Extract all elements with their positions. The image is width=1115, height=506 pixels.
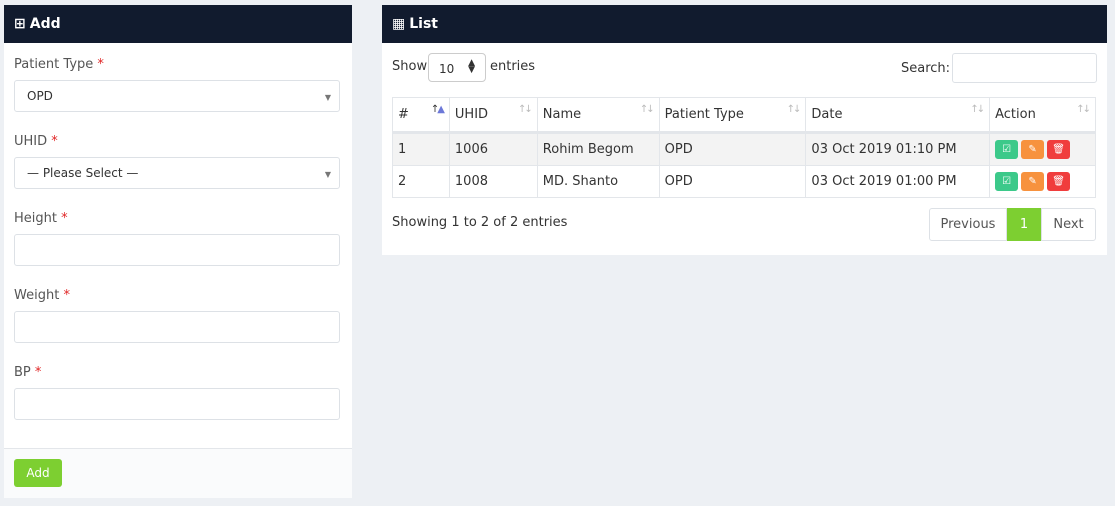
edit-button[interactable]: ✎ <box>1021 140 1045 159</box>
uhid-select[interactable]: — Please Select — ▼ <box>14 157 340 189</box>
height-input[interactable] <box>14 234 340 266</box>
column-header[interactable]: UHID ↑↓ <box>448 97 538 134</box>
next-button[interactable]: Next <box>1041 208 1096 241</box>
cell-date: 03 Oct 2019 01:00 PM <box>805 165 991 198</box>
sort-icon: ↑↓ <box>970 104 985 115</box>
add-panel-header: ⊞ Add <box>4 5 352 43</box>
table-info: Showing 1 to 2 of 2 entries <box>392 215 568 230</box>
column-header[interactable]: Date ↑↓ <box>805 97 991 134</box>
cell-no: 1 <box>392 132 450 166</box>
column-header[interactable]: Patient Type ↑↓ <box>658 97 807 134</box>
patient-type-select[interactable]: OPD ▼ <box>14 80 340 112</box>
weight-input[interactable] <box>14 311 340 343</box>
column-header[interactable]: Action ↑↓ <box>989 97 1096 134</box>
table-icon: ▦ <box>392 16 406 32</box>
field-label: Height * <box>14 211 68 226</box>
previous-button[interactable]: Previous <box>929 208 1007 241</box>
cell-date: 03 Oct 2019 01:10 PM <box>805 132 991 166</box>
sort-icon: ↑▲ <box>430 104 445 115</box>
cell-type: OPD <box>658 165 807 198</box>
bp-input[interactable] <box>14 388 340 420</box>
delete-button[interactable]: 🗑 <box>1047 172 1071 191</box>
column-header[interactable]: # ↑▲ <box>392 97 450 134</box>
table-row: 2 1008 MD. Shanto OPD 03 Oct 2019 01:00 PM ☑ ✎… <box>392 165 1096 198</box>
cell-name: MD. Shanto <box>536 165 660 198</box>
column-header[interactable]: Name ↑↓ <box>536 97 660 134</box>
cell-type: OPD <box>658 132 807 166</box>
field-label: Weight * <box>14 288 70 303</box>
view-button[interactable]: ☑ <box>995 140 1019 159</box>
plus-square-icon: ⊞ <box>14 16 26 32</box>
cell-action: ☑ ✎ 🗑 <box>989 132 1096 166</box>
cell-uhid: 1006 <box>448 132 538 166</box>
caret-down-icon: ▼ <box>324 93 331 102</box>
sort-icon: ↑↓ <box>518 104 533 115</box>
search-input[interactable] <box>952 53 1097 83</box>
field-label: BP * <box>14 365 42 380</box>
caret-down-icon: ▼ <box>324 170 331 179</box>
sort-icon: ↑↓ <box>786 104 802 115</box>
search-label: Search: <box>901 61 951 76</box>
entries-select[interactable]: 10 ▲ ▼ <box>428 53 486 82</box>
list-table: # ↑▲ UHID ↑↓ Name ↑↓ Patient Type ↑↓ Date ↑↓ Actio… <box>392 97 1096 198</box>
delete-button[interactable]: 🗑 <box>1047 140 1071 159</box>
cell-action: ☑ ✎ 🗑 <box>989 165 1096 198</box>
cell-no: 2 <box>392 165 450 198</box>
entries-label: entries <box>490 59 536 74</box>
add-button[interactable]: Add <box>14 459 62 487</box>
list-panel: ▦ List Show 10 ▲ ▼ entries Search: # ↑▲ UHID ↑… <box>382 5 1107 255</box>
field-label: Patient Type * <box>14 57 104 72</box>
view-button[interactable]: ☑ <box>995 172 1019 191</box>
cell-uhid: 1008 <box>448 165 538 198</box>
updown-icon: ▲ ▼ <box>468 58 475 75</box>
table-row: 1 1006 Rohim Begom OPD 03 Oct 2019 01:10 PM ☑… <box>392 132 1096 166</box>
show-label: Show <box>392 59 428 74</box>
add-panel: ⊞ Add Patient Type * OPD ▼ UHID * — Please … <box>4 5 352 498</box>
edit-button[interactable]: ✎ <box>1021 172 1045 191</box>
field-label: UHID * <box>14 134 58 149</box>
sort-icon: ↑↓ <box>1076 104 1091 115</box>
page-1-button[interactable]: 1 <box>1007 208 1041 241</box>
cell-name: Rohim Begom <box>536 132 660 166</box>
sort-icon: ↑↓ <box>639 104 655 115</box>
list-panel-header: ▦ List <box>382 5 1107 43</box>
